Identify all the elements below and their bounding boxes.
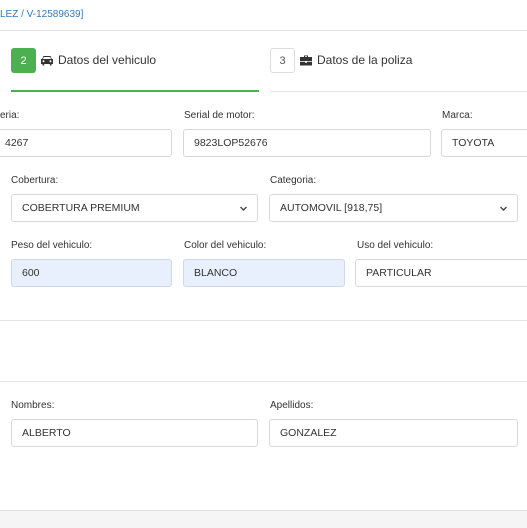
uso-label: Uso del vehiculo: [357, 240, 434, 251]
step-label: Datos de la poliza [317, 53, 413, 67]
apellidos-label: Apellidos: [270, 400, 314, 411]
chevron-down-icon [239, 204, 248, 216]
breadcrumb[interactable]: LEZ / V-12589639] [0, 9, 83, 20]
nombres-field[interactable]: ALBERTO [11, 419, 258, 447]
chevron-down-icon [499, 204, 508, 216]
step-number-badge: 3 [270, 48, 295, 73]
apellidos-field[interactable]: GONZALEZ [269, 419, 518, 447]
peso-field[interactable]: 600 [11, 259, 172, 287]
serial-carroceria-label: eria: [0, 110, 20, 121]
categoria-select[interactable]: AUTOMOVIL [918,75] [269, 194, 518, 222]
briefcase-icon [299, 55, 313, 66]
step-title-vehiculo: Datos del vehiculo [40, 53, 156, 67]
marca-field[interactable]: TOYOTA [441, 129, 527, 157]
step-number-badge: 2 [11, 48, 36, 73]
nombres-label: Nombres: [11, 400, 55, 411]
uso-field[interactable]: PARTICULAR [355, 259, 527, 287]
marca-label: Marca: [442, 110, 473, 121]
serial-carroceria-field[interactable]: 4267 [0, 129, 172, 157]
section-divider [0, 320, 527, 321]
cobertura-label: Cobertura: [11, 175, 59, 186]
step-label: Datos del vehiculo [58, 53, 157, 67]
section-divider [0, 381, 527, 382]
step-title-poliza: Datos de la poliza [299, 53, 412, 67]
peso-label: Peso del vehiculo: [11, 240, 93, 251]
header-divider [0, 30, 527, 31]
categoria-value: AUTOMOVIL [918,75] [280, 202, 383, 214]
color-field[interactable]: BLANCO [183, 259, 345, 287]
serial-motor-label: Serial de motor: [184, 110, 255, 121]
color-label: Color del vehiculo: [184, 240, 267, 251]
inactive-tab-underline [270, 91, 527, 92]
categoria-label: Categoria: [270, 175, 317, 186]
serial-motor-field[interactable]: 9823LOP52676 [183, 129, 431, 157]
cobertura-select[interactable]: COBERTURA PREMIUM [11, 194, 258, 222]
footer-bar [0, 510, 527, 528]
active-tab-underline [11, 90, 259, 92]
car-icon [40, 55, 54, 66]
cobertura-value: COBERTURA PREMIUM [22, 202, 140, 214]
